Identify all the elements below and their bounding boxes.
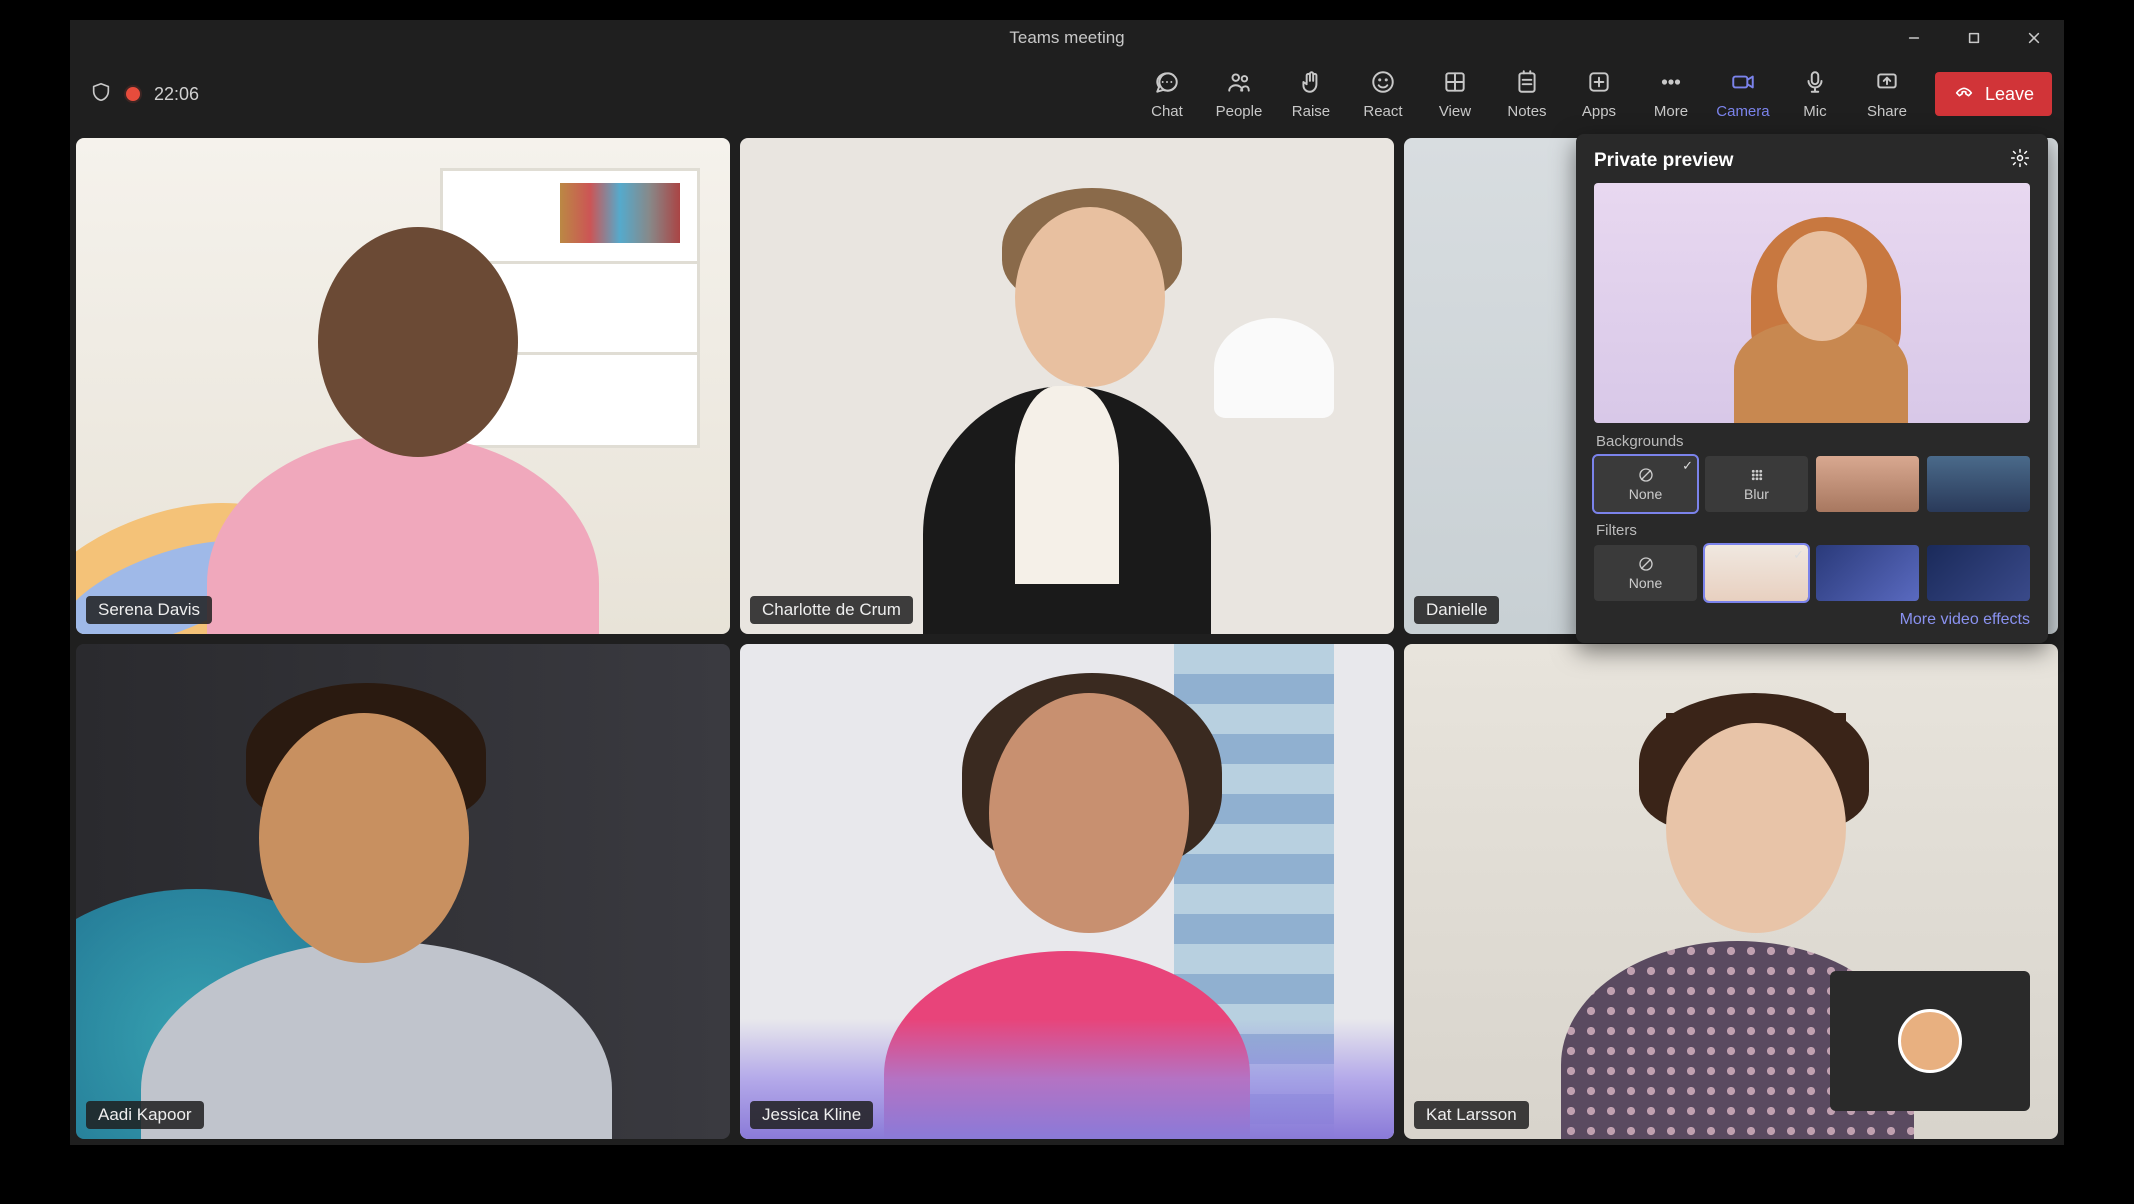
titlebar: Teams meeting [70, 20, 2064, 56]
filter-none[interactable]: None [1594, 545, 1697, 601]
mic-button[interactable]: Mic [1779, 62, 1851, 126]
meeting-toolbar: 22:06 Chat People Raise React View [70, 56, 2064, 132]
filter-2[interactable] [1816, 545, 1919, 601]
leave-button[interactable]: Leave [1935, 72, 2052, 116]
maximize-button[interactable] [1944, 20, 2004, 56]
self-avatar [1898, 1009, 1962, 1073]
filter-1[interactable]: ✓ [1705, 545, 1808, 601]
check-icon: ✓ [1682, 458, 1693, 474]
apps-icon [1586, 69, 1612, 99]
gear-icon [2010, 148, 2030, 168]
view-button[interactable]: View [1419, 62, 1491, 126]
toolbar-actions: Chat People Raise React View Notes [1131, 62, 2052, 126]
filter-3[interactable] [1927, 545, 2030, 601]
more-icon [1658, 69, 1684, 99]
window-controls [1884, 20, 2064, 56]
meeting-timer: 22:06 [154, 84, 199, 105]
participant-name: Danielle [1414, 596, 1499, 624]
check-icon: ✓ [1793, 547, 1804, 563]
participant-name: Charlotte de Crum [750, 596, 913, 624]
participant-tile[interactable]: Kat Larsson [1404, 644, 2058, 1140]
private-preview-panel: Private preview Backgrounds ✓ None Blur … [1576, 134, 2048, 643]
notes-icon [1514, 69, 1540, 99]
participant-video [76, 138, 730, 634]
participant-video [76, 644, 730, 1140]
meeting-window: Teams meeting 22:06 Chat [70, 20, 2064, 1145]
mic-icon [1802, 69, 1828, 99]
participant-name: Serena Davis [86, 596, 212, 624]
background-image-1[interactable] [1816, 456, 1919, 512]
window-title: Teams meeting [1009, 28, 1124, 48]
participant-video [740, 644, 1394, 1140]
preview-title: Private preview [1594, 150, 1733, 172]
backgrounds-row: ✓ None Blur [1594, 456, 2030, 512]
share-icon [1874, 69, 1900, 99]
participant-tile[interactable]: Jessica Kline [740, 644, 1394, 1140]
participant-tile[interactable]: Serena Davis [76, 138, 730, 634]
raise-hand-icon [1298, 69, 1324, 99]
participant-tile[interactable]: Aadi Kapoor [76, 644, 730, 1140]
filters-row: None ✓ [1594, 545, 2030, 601]
none-icon [1637, 466, 1655, 484]
camera-button[interactable]: Camera [1707, 62, 1779, 126]
camera-icon [1730, 69, 1756, 99]
shield-icon[interactable] [90, 81, 112, 108]
background-image-2[interactable] [1927, 456, 2030, 512]
notes-button[interactable]: Notes [1491, 62, 1563, 126]
none-icon [1637, 555, 1655, 573]
chat-icon [1154, 69, 1180, 99]
preview-settings-button[interactable] [2010, 148, 2030, 173]
background-none[interactable]: ✓ None [1594, 456, 1697, 512]
preview-video [1594, 183, 2030, 423]
background-blur[interactable]: Blur [1705, 456, 1808, 512]
react-icon [1370, 69, 1396, 99]
participant-video [740, 138, 1394, 634]
recording-indicator-icon [126, 87, 140, 101]
react-button[interactable]: React [1347, 62, 1419, 126]
close-button[interactable] [2004, 20, 2064, 56]
toolbar-left: 22:06 [82, 81, 199, 108]
minimize-button[interactable] [1884, 20, 1944, 56]
chat-button[interactable]: Chat [1131, 62, 1203, 126]
blur-icon [1748, 466, 1766, 484]
share-button[interactable]: Share [1851, 62, 1923, 126]
people-button[interactable]: People [1203, 62, 1275, 126]
backgrounds-label: Backgrounds [1596, 433, 2030, 450]
apps-button[interactable]: Apps [1563, 62, 1635, 126]
self-preview-pip[interactable] [1830, 971, 2030, 1111]
view-icon [1442, 69, 1468, 99]
hangup-icon [1953, 81, 1975, 108]
filters-label: Filters [1596, 522, 2030, 539]
participant-name: Jessica Kline [750, 1101, 873, 1129]
more-video-effects-link[interactable]: More video effects [1594, 611, 2030, 629]
more-button[interactable]: More [1635, 62, 1707, 126]
raise-hand-button[interactable]: Raise [1275, 62, 1347, 126]
participant-name: Aadi Kapoor [86, 1101, 204, 1129]
participant-name: Kat Larsson [1414, 1101, 1529, 1129]
participant-tile[interactable]: Charlotte de Crum [740, 138, 1394, 634]
people-icon [1226, 69, 1252, 99]
